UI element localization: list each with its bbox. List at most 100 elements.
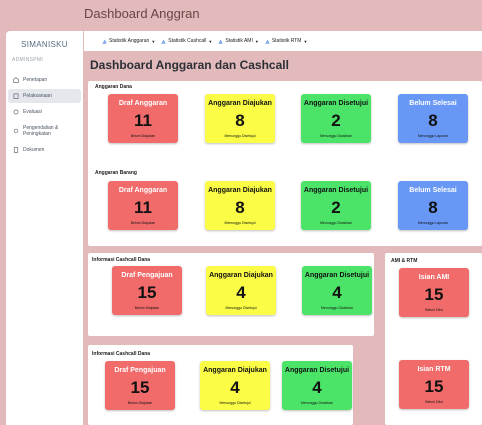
card-subtitle: Menunggu Dicairkan [319,221,353,225]
card-value: 11 [134,111,152,130]
card-subtitle: Menunggu Dicairkan [320,306,354,310]
card-title: Draf Anggaran [118,187,168,194]
tab-statistik-cashcall[interactable]: Statistik Cashcall ▼ [161,38,212,44]
sidebar-role: ADMINSPMI [12,57,44,63]
card-subtitle: Menunggu Dicairkan [300,401,334,405]
sidebar-item-pengendalian[interactable]: Pengendalian & Peningkatan [8,121,81,141]
card-subtitle: Menunggu Dicairkan [319,134,353,138]
card-value: 8 [235,111,245,130]
caret-down-icon: ▼ [254,38,259,44]
tab-statistik-ami[interactable]: Statistik AMI ▼ [218,38,259,44]
card-value: 8 [428,198,438,217]
panel-title: Anggaran Barang [95,170,137,176]
panel-cashcall-dana: Informasi Cashcall Dana Draf Pengajuan 1… [88,253,374,336]
card-belum-selesai[interactable]: Belum Selesai 8 Menunggu Laporan [398,181,468,230]
sidebar: SIMANISKU ADMINSPMI Penetapan Pelaksanaa… [6,31,83,425]
panel-anggaran-barang: Anggaran Barang Draf Anggaran 11 Belum D… [88,166,482,246]
card-title: Draf Anggaran [118,100,168,107]
card-subtitle: Menunggu Disetujui [225,306,257,310]
card-isian-rtm[interactable]: Isian RTM 15 Belum Diisi [399,360,469,409]
card-value: 15 [137,283,157,302]
card-value: 4 [312,378,322,397]
card-value: 4 [236,283,246,302]
tab-label: Statistik RTM [271,38,302,44]
tab-label: Statistik Cashcall [168,38,207,44]
card-subtitle: Menunggu Disetujui [224,221,256,225]
sidebar-item-pelaksanaan[interactable]: Pelaksanaan [8,89,81,103]
card-subtitle: Menunggu Laporan [417,221,449,225]
card-anggaran-diajukan[interactable]: Anggaran Diajukan 4 Menunggu Disetujui [206,266,276,315]
sidebar-brand: SIMANISKU [21,40,68,49]
window-title: Dashboard Anggran [84,6,200,21]
bar-chart-icon [265,39,270,44]
card-title: Belum Selesai [409,187,457,194]
card-anggaran-disetujui[interactable]: Anggaran Disetujui 2 Menunggu Dicairkan [301,94,371,143]
panel-cashcall-dana-2: Informasi Cashcall Dana Draf Pengajuan 1… [88,345,353,425]
card-draf-pengajuan[interactable]: Draf Pengajuan 15 Belum Diajukan [112,266,182,315]
tab-statistik-anggaran[interactable]: Statistik Anggaran ▼ [102,38,155,44]
card-value: 2 [331,111,341,130]
caret-down-icon: ▼ [151,38,156,44]
bar-chart-icon [218,39,223,44]
card-title: Isian RTM [417,366,451,373]
panel-title: Anggaran Dana [95,84,132,90]
card-subtitle: Menunggu Disetujui [224,134,256,138]
sidebar-item-dokumen[interactable]: Dokumen [8,143,81,157]
page-title: Dashboard Anggaran dan Cashcall [90,58,289,72]
bar-chart-icon [161,39,166,44]
card-title: Draf Pengajuan [121,272,173,279]
card-draf-pengajuan[interactable]: Draf Pengajuan 15 Belum Diajukan [105,361,175,410]
panel-ami-rtm: AMI & RTM Isian AMI 15 Belum Diisi Isian… [385,253,482,425]
tab-bar: Statistik Anggaran ▼ Statistik Cashcall … [84,31,482,51]
card-value: 15 [424,285,444,304]
main-content: Statistik Anggaran ▼ Statistik Cashcall … [84,31,482,425]
card-subtitle: Menunggu Disetujui [219,401,251,405]
sidebar-item-evaluasi[interactable]: Evaluasi [8,105,81,119]
card-anggaran-diajukan[interactable]: Anggaran Diajukan 8 Menunggu Disetujui [205,181,275,230]
card-value: 15 [424,377,444,396]
card-title: Anggaran Disetujui [303,100,369,107]
card-subtitle: Belum Diajukan [127,401,153,405]
gear-icon [13,128,19,134]
sidebar-item-penetapan[interactable]: Penetapan [8,73,81,87]
tab-statistik-rtm[interactable]: Statistik RTM ▼ [265,38,308,44]
card-value: 8 [428,111,438,130]
card-title: Anggaran Disetujui [304,272,370,279]
card-subtitle: Belum Diajukan [130,221,156,225]
card-title: Anggaran Disetujui [303,187,369,194]
card-belum-selesai[interactable]: Belum Selesai 8 Menunggu Laporan [398,94,468,143]
caret-down-icon: ▼ [303,38,308,44]
bar-chart-icon [102,39,107,44]
card-subtitle: Belum Diisi [425,400,443,404]
card-isian-ami[interactable]: Isian AMI 15 Belum Diisi [399,268,469,317]
clipboard-icon [13,93,19,99]
card-title: Anggaran Disetujui [284,367,350,374]
card-anggaran-disetujui[interactable]: Anggaran Disetujui 4 Menunggu Dicairkan [282,361,352,410]
sidebar-item-label: Evaluasi [23,109,42,115]
caret-down-icon: ▼ [208,38,213,44]
sidebar-nav: Penetapan Pelaksanaan Evaluasi Pengendal… [6,73,83,157]
card-subtitle: Belum Diisi [425,308,443,312]
card-anggaran-diajukan[interactable]: Anggaran Diajukan 4 Menunggu Disetujui [200,361,270,410]
card-value: 8 [235,198,245,217]
card-anggaran-diajukan[interactable]: Anggaran Diajukan 8 Menunggu Disetujui [205,94,275,143]
card-anggaran-disetujui[interactable]: Anggaran Disetujui 2 Menunggu Dicairkan [301,181,371,230]
tab-label: Statistik AMI [225,38,253,44]
card-title: Draf Pengajuan [114,367,166,374]
card-subtitle: Belum Diajukan [134,306,160,310]
card-subtitle: Belum Diajukan [130,134,156,138]
card-value: 15 [130,378,150,397]
card-title: Isian AMI [418,274,450,281]
sidebar-item-label: Dokumen [23,147,45,153]
panel-title: Informasi Cashcall Dana [92,351,151,357]
card-value: 2 [331,198,341,217]
building-icon [13,77,19,83]
card-draf-anggaran[interactable]: Draf Anggaran 11 Belum Diajukan [108,94,178,143]
card-draf-anggaran[interactable]: Draf Anggaran 11 Belum Diajukan [108,181,178,230]
document-icon [13,147,19,153]
card-subtitle: Menunggu Laporan [417,134,449,138]
card-title: Anggaran Diajukan [208,187,272,194]
sidebar-item-label: Pelaksanaan [23,93,52,99]
card-anggaran-disetujui[interactable]: Anggaran Disetujui 4 Menunggu Dicairkan [302,266,372,315]
card-title: Anggaran Diajukan [209,272,273,279]
